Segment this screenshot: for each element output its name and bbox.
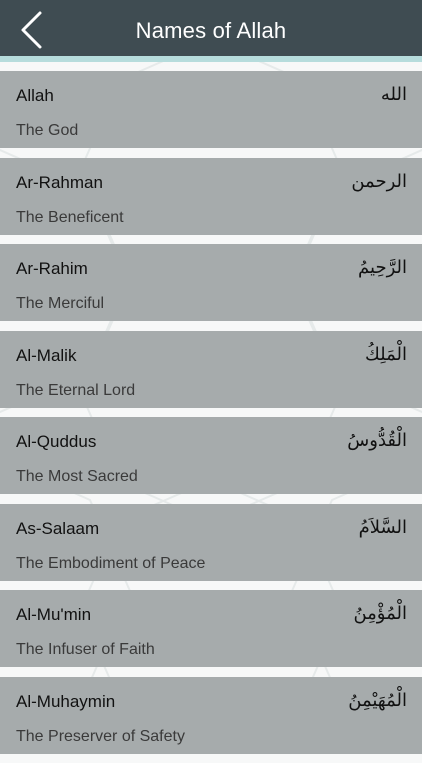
name-meaning: The Embodiment of Peace: [16, 554, 206, 572]
name-transliteration: Ar-Rahim: [16, 259, 88, 278]
list-item[interactable]: Al-Quddus The Most Sacred الْقُدُّوسُ: [0, 417, 422, 494]
nav-accent-bar: [0, 56, 422, 62]
nav-bar: Names of Allah: [0, 0, 422, 56]
name-transliteration: Al-Malik: [16, 345, 77, 365]
name-arabic: الْمُهَيْمِنُ: [348, 689, 407, 711]
name-transliteration: Al-Muhaymin: [16, 691, 116, 711]
names-list: Allah The God الله Ar-Rahman The Benefic…: [0, 71, 422, 763]
name-meaning: The God: [16, 122, 79, 139]
name-transliteration: Al-Mu'min: [16, 605, 92, 624]
name-transliteration: As-Salaam: [16, 518, 100, 538]
name-arabic: الْقُدُّوسُ: [347, 430, 407, 451]
name-meaning: The Infuser of Faith: [16, 641, 155, 658]
name-arabic: الْمُؤْمِنُ: [353, 603, 407, 624]
list-item[interactable]: Allah The God الله: [0, 71, 422, 148]
name-meaning: The Beneficent: [16, 208, 124, 226]
name-arabic: السَّلاَمُ: [358, 516, 407, 538]
name-transliteration: Al-Quddus: [16, 432, 97, 451]
name-arabic: الْمَلِكُ: [364, 343, 407, 365]
page-title: Names of Allah: [135, 18, 287, 43]
list-item[interactable]: Al-Malik The Eternal Lord الْمَلِكُ: [0, 330, 422, 408]
name-arabic: الرَّحِيمُ: [358, 257, 407, 278]
name-arabic: الرحمن: [351, 170, 407, 192]
name-transliteration: Allah: [16, 86, 54, 105]
list-item[interactable]: Ar-Rahman The Beneficent الرحمن: [0, 157, 422, 235]
name-meaning: The Eternal Lord: [16, 381, 136, 399]
list-item[interactable]: Ar-Rahim The Merciful الرَّحِيمُ: [0, 244, 422, 321]
name-transliteration: Ar-Rahman: [16, 172, 103, 192]
list-item[interactable]: As-Salaam The Embodiment of Peace السَّل…: [0, 503, 422, 581]
name-meaning: The Merciful: [16, 295, 105, 312]
name-meaning: The Most Sacred: [16, 468, 138, 485]
name-arabic: الله: [380, 84, 407, 105]
list-item[interactable]: Al-Mu'min The Infuser of Faith الْمُؤْمِ…: [0, 590, 422, 667]
name-meaning: The Preserver of Safety: [16, 727, 185, 745]
list-item[interactable]: Al-Muhaymin The Preserver of Safety الْم…: [0, 676, 422, 754]
